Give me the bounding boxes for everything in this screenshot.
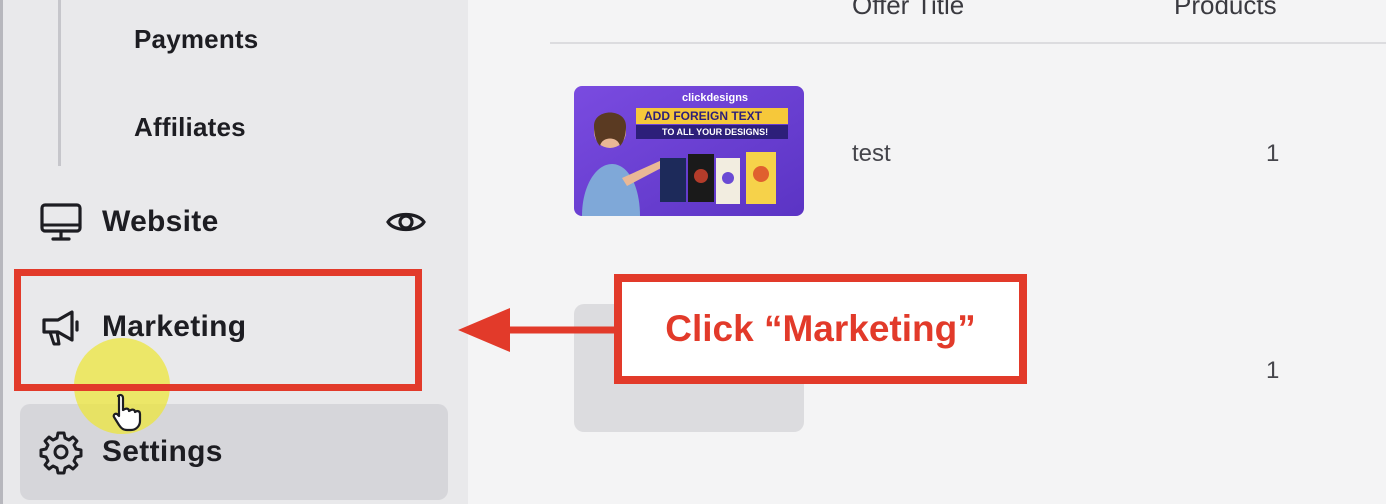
- monitor-icon: [40, 203, 82, 241]
- sidebar-item-settings[interactable]: Settings: [0, 417, 468, 487]
- sidebar: Payments Affiliates Website Marketing Se…: [0, 0, 468, 504]
- thumb-brand: clickdesigns: [682, 92, 749, 104]
- annotation-callout-text: Click “Marketing”: [665, 308, 976, 349]
- offer-title-cell[interactable]: test: [852, 140, 891, 168]
- products-count-cell: 1: [1266, 357, 1280, 384]
- gear-icon: [39, 431, 83, 475]
- products-count-cell: 1: [1266, 140, 1280, 167]
- sidebar-item-label: Settings: [102, 435, 223, 468]
- header-divider: [550, 42, 1386, 44]
- sidebar-item-website[interactable]: Website: [0, 187, 468, 257]
- sidebar-subitem-payments[interactable]: Payments: [134, 24, 258, 55]
- sidebar-subitem-affiliates[interactable]: Affiliates: [134, 112, 246, 143]
- annotation-callout: Click “Marketing”: [614, 274, 1027, 384]
- annotation-highlight-box: [14, 269, 422, 391]
- sidebar-item-label: Website: [102, 205, 219, 238]
- hand-cursor-icon: [112, 393, 142, 432]
- submenu-tree-line: [58, 0, 61, 166]
- eye-icon[interactable]: [384, 200, 428, 244]
- thumb-headline: ADD FOREIGN TEXT: [644, 109, 763, 123]
- offer-thumbnail-image: [574, 86, 804, 216]
- column-header-products[interactable]: Products: [1174, 0, 1277, 21]
- offers-table: Offer Title Products clickdesigns ADD FO…: [468, 0, 1386, 504]
- annotation-arrow-icon: [458, 308, 616, 352]
- column-header-offer-title[interactable]: Offer Title: [852, 0, 964, 21]
- offer-thumbnail[interactable]: clickdesigns ADD FOREIGN TEXT TO ALL YOU…: [574, 86, 804, 216]
- thumb-subline: TO ALL YOUR DESIGNS!: [662, 127, 769, 137]
